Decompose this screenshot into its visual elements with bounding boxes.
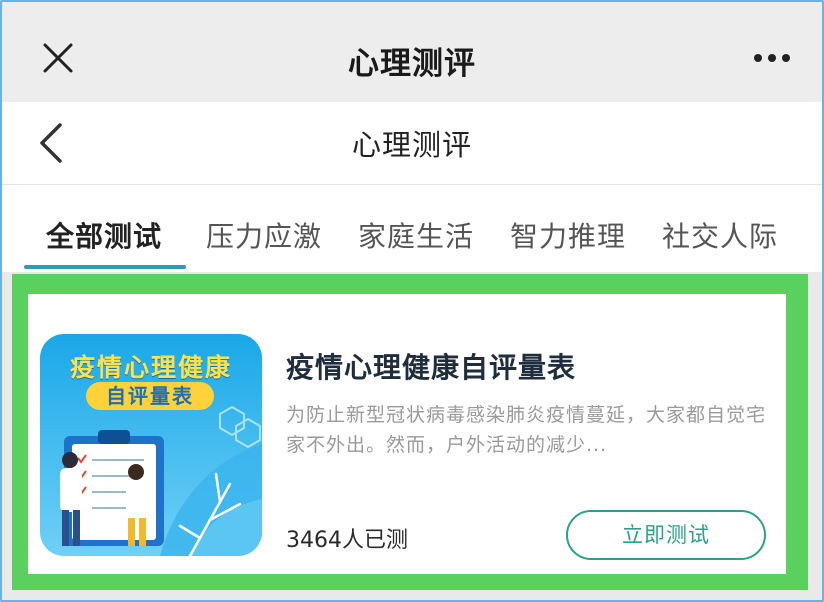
- window-title: 心理测评: [348, 46, 476, 82]
- tab-all-tests[interactable]: 全部测试: [46, 215, 162, 255]
- start-test-button[interactable]: 立即测试: [566, 510, 766, 560]
- tab-family-life[interactable]: 家庭生活: [358, 215, 474, 255]
- test-list: 疫情心理健康 自评量表 疫情心理健康自评量表 为防止新型冠状病毒感染肺炎疫情蔓延…: [12, 274, 808, 590]
- active-tab-indicator: [24, 265, 186, 269]
- page-title: 心理测评: [351, 128, 472, 162]
- thumbnail-subtitle: 自评量表: [86, 382, 214, 410]
- app-window: 心理测评 心理测评 全部测试 压力应激 家庭生活 智力推理 社交人际 疫情心理健…: [0, 0, 824, 602]
- test-count: 3464人已测: [286, 528, 408, 553]
- nav-bar: 心理测评: [2, 102, 822, 185]
- more-icon[interactable]: [752, 52, 792, 64]
- test-description: 为防止新型冠状病毒感染肺炎疫情蔓延，大家都自觉宅家不外出。然而，户外活动的减少.…: [286, 404, 767, 456]
- test-thumbnail: 疫情心理健康 自评量表: [40, 334, 262, 556]
- top-bar: 心理测评: [2, 2, 822, 102]
- test-title[interactable]: 疫情心理健康自评量表: [286, 346, 576, 386]
- thumbnail-title: 疫情心理健康: [69, 353, 232, 382]
- tab-stress[interactable]: 压力应激: [206, 215, 322, 255]
- category-tabs: 全部测试 压力应激 家庭生活 智力推理 社交人际: [2, 185, 822, 272]
- tab-social[interactable]: 社交人际: [662, 215, 778, 255]
- test-card[interactable]: 疫情心理健康 自评量表 疫情心理健康自评量表 为防止新型冠状病毒感染肺炎疫情蔓延…: [28, 294, 786, 574]
- tab-reasoning[interactable]: 智力推理: [510, 215, 626, 255]
